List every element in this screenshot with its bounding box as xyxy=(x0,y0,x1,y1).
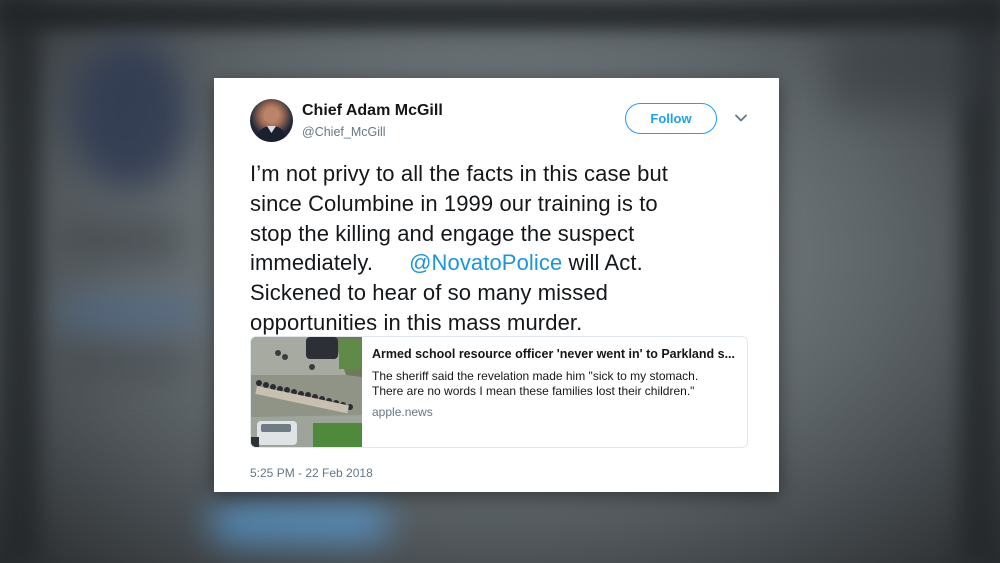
link-preview-image xyxy=(251,337,362,447)
link-preview-description-line: There are no words I mean these families… xyxy=(372,384,695,398)
background-blur-text xyxy=(60,350,190,376)
tweet-card: Chief Adam McGill @Chief_McGill Follow I… xyxy=(214,78,779,492)
tweet-text-line: immediately. @NovatoPolice will Act. xyxy=(250,248,760,278)
tweet-text-segment: will Act. xyxy=(562,250,643,276)
follow-button[interactable]: Follow xyxy=(625,103,717,134)
background-blur-avatar xyxy=(70,40,190,190)
user-handle[interactable]: @Chief_McGill xyxy=(302,125,386,139)
background-shade-top xyxy=(0,0,1000,30)
tweet-text-line: I’m not privy to all the facts in this c… xyxy=(250,161,668,186)
link-preview-card[interactable]: Armed school resource officer 'never wen… xyxy=(250,336,748,448)
follow-button-label: Follow xyxy=(650,111,692,126)
chevron-down-icon[interactable] xyxy=(734,111,748,125)
display-name[interactable]: Chief Adam McGill xyxy=(302,102,443,120)
background-blur-link xyxy=(60,300,200,326)
tweet-text-line: stop the killing and engage the suspect xyxy=(250,220,635,246)
tweet-text-line: opportunities in this mass murder. xyxy=(250,309,583,335)
tweet-text-line: since Columbine in 1999 our training is … xyxy=(250,190,658,216)
tweet-timestamp[interactable]: 5:25 PM - 22 Feb 2018 xyxy=(250,466,373,480)
background-shade-left xyxy=(0,0,40,563)
background-blur-panel xyxy=(830,30,990,110)
avatar[interactable] xyxy=(250,99,293,142)
link-preview-title[interactable]: Armed school resource officer 'never wen… xyxy=(372,347,742,361)
background-blur-button xyxy=(210,505,390,541)
tweet-text-segment: immediately. xyxy=(250,250,374,276)
tweet-text-line: Sickened to hear of so many missed xyxy=(250,280,609,306)
tweet-text: I’m not privy to all the facts in this c… xyxy=(250,159,760,338)
mention-link[interactable]: @NovatoPolice xyxy=(409,250,562,275)
background-blur-text xyxy=(60,225,180,255)
link-preview-description-line: The sheriff said the revelation made him… xyxy=(372,369,699,383)
link-preview-description: The sheriff said the revelation made him… xyxy=(372,369,742,399)
link-preview-domain: apple.news xyxy=(372,405,433,419)
